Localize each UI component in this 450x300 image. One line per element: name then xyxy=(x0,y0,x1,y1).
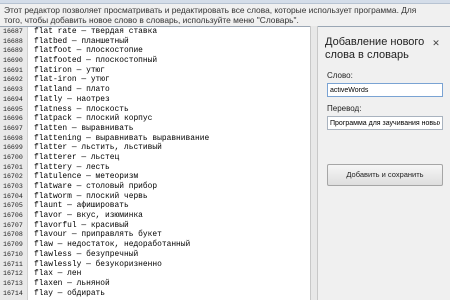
dictionary-row[interactable]: 16687 flat rate — твердая ставка xyxy=(0,27,310,37)
word-label: Слово: xyxy=(327,71,353,80)
dictionary-entry[interactable]: flatly — наотрез xyxy=(34,95,110,105)
dictionary-row[interactable]: 16711 flawlessly — безукоризненно xyxy=(0,260,310,270)
add-word-panel: Добавление нового слова в словарь ✕ Слов… xyxy=(318,26,450,300)
dictionary-row[interactable]: 16693 flatland — плато xyxy=(0,85,310,95)
dictionary-entry[interactable]: flatness — плоскость xyxy=(34,105,129,115)
dictionary-row[interactable]: 16694 flatly — наотрез xyxy=(0,95,310,105)
dictionary-entry[interactable]: flatland — плато xyxy=(34,85,110,95)
info-text-line1: Этот редактор позволяет просматривать и … xyxy=(4,5,417,15)
line-number: 16693 xyxy=(3,86,23,94)
line-number: 16707 xyxy=(3,221,23,229)
line-number: 16689 xyxy=(3,47,23,55)
add-and-save-button[interactable]: Добавить и сохранить xyxy=(327,164,443,186)
line-number: 16692 xyxy=(3,76,23,84)
dictionary-row[interactable]: 16700 flatterer — льстец xyxy=(0,153,310,163)
dictionary-row[interactable]: 16690 flatfooted — плоскостопный xyxy=(0,56,310,66)
dictionary-entry[interactable]: flatworm — плоский червь xyxy=(34,192,148,202)
dictionary-entry[interactable]: flatfoot — плоскостопие xyxy=(34,46,143,56)
dictionary-row[interactable]: 16701 flattery — лесть xyxy=(0,163,310,173)
dictionary-entry[interactable]: flaunt — афишировать xyxy=(34,201,129,211)
dictionary-row[interactable]: 16709 flaw — недостаток, недоработанный xyxy=(0,240,310,250)
translation-label: Перевод: xyxy=(327,104,362,113)
dictionary-row[interactable]: 16710 flawless — безупречный xyxy=(0,250,310,260)
line-number: 16697 xyxy=(3,124,23,132)
dictionary-rows: 16687 flat rate — твердая ставка 16688 flat… xyxy=(0,27,310,298)
dictionary-entry[interactable]: flatulence — метеоризм xyxy=(34,172,138,182)
dictionary-row[interactable]: 16707 flavorful — красивый xyxy=(0,221,310,231)
dictionary-row[interactable]: 16692 flat-iron — утюг xyxy=(0,75,310,85)
dictionary-entry[interactable]: flavour — приправлять букет xyxy=(34,230,162,240)
line-number: 16714 xyxy=(3,289,23,297)
dictionary-entry[interactable]: flatfooted — плоскостопный xyxy=(34,56,157,66)
dictionary-entry[interactable]: flatter — льстить, льстивый xyxy=(34,143,162,153)
dictionary-entry[interactable]: flatbed — планшетный xyxy=(34,37,129,47)
dictionary-row[interactable]: 16712 flax — лен xyxy=(0,269,310,279)
dictionary-row[interactable]: 16695 flatness — плоскость xyxy=(0,105,310,115)
dictionary-row[interactable]: 16691 flatiron — утюг xyxy=(0,66,310,76)
dictionary-entry[interactable]: flavor — вкус, изюминка xyxy=(34,211,143,221)
dictionary-entry[interactable]: flat-iron — утюг xyxy=(34,75,110,85)
dictionary-entry[interactable]: flattening — выравнивать выравнивание xyxy=(34,134,209,144)
info-bar: Этот редактор позволяет просматривать и … xyxy=(0,4,450,26)
line-number: 16688 xyxy=(3,37,23,45)
dictionary-row[interactable]: 16699 flatter — льстить, льстивый xyxy=(0,143,310,153)
dictionary-entry[interactable]: flawless — безупречный xyxy=(34,250,138,260)
line-number: 16687 xyxy=(3,28,23,35)
line-number: 16708 xyxy=(3,231,23,239)
dictionary-row[interactable]: 16713 flaxen — льняной xyxy=(0,279,310,289)
dictionary-row[interactable]: 16702 flatulence — метеоризм xyxy=(0,172,310,182)
line-number: 16706 xyxy=(3,212,23,220)
info-text-line2: того, чтобы добавить новое слово в слова… xyxy=(4,15,299,25)
line-number: 16700 xyxy=(3,153,23,161)
line-number: 16710 xyxy=(3,250,23,258)
line-number: 16711 xyxy=(3,260,23,268)
dictionary-row[interactable]: 16696 flatpack — плоский корпус xyxy=(0,114,310,124)
dictionary-entry[interactable]: flatpack — плоский корпус xyxy=(34,114,152,124)
dictionary-editor[interactable]: 16687 flat rate — твердая ставка 16688 flat… xyxy=(0,26,310,300)
line-number: 16698 xyxy=(3,134,23,142)
dictionary-entry[interactable]: flax — лен xyxy=(34,269,81,279)
dictionary-row[interactable]: 16714 flay — обдирать xyxy=(0,289,310,299)
line-number: 16705 xyxy=(3,202,23,210)
dictionary-row[interactable]: 16705 flaunt — афишировать xyxy=(0,201,310,211)
panel-splitter[interactable] xyxy=(310,26,318,300)
dictionary-entry[interactable]: flattery — лесть xyxy=(34,163,110,173)
line-number: 16712 xyxy=(3,270,23,278)
line-number: 16713 xyxy=(3,279,23,287)
line-number: 16696 xyxy=(3,115,23,123)
word-input[interactable] xyxy=(327,83,443,97)
line-number: 16690 xyxy=(3,57,23,65)
dictionary-row[interactable]: 16688 flatbed — планшетный xyxy=(0,37,310,47)
dictionary-row[interactable]: 16698 flattening — выравнивать выравниван… xyxy=(0,134,310,144)
dictionary-entry[interactable]: flatterer — льстец xyxy=(34,153,119,163)
line-number: 16702 xyxy=(3,173,23,181)
dictionary-row[interactable]: 16704 flatworm — плоский червь xyxy=(0,192,310,202)
line-number: 16704 xyxy=(3,192,23,200)
dictionary-row[interactable]: 16706 flavor — вкус, изюминка xyxy=(0,211,310,221)
dictionary-entry[interactable]: flatiron — утюг xyxy=(34,66,105,76)
close-icon[interactable]: ✕ xyxy=(430,37,442,49)
dictionary-entry[interactable]: flatten — выравнивать xyxy=(34,124,133,134)
translation-input[interactable] xyxy=(327,116,443,130)
add-word-title: Добавление нового слова в словарь xyxy=(325,36,425,61)
dictionary-entry[interactable]: flat rate — твердая ставка xyxy=(34,27,157,37)
line-number: 16691 xyxy=(3,66,23,74)
dictionary-entry[interactable]: flatware — столовый прибор xyxy=(34,182,157,192)
dictionary-row[interactable]: 16697 flatten — выравнивать xyxy=(0,124,310,134)
line-number: 16709 xyxy=(3,241,23,249)
dictionary-entry[interactable]: flay — обдирать xyxy=(34,289,105,299)
dictionary-entry[interactable]: flaxen — льняной xyxy=(34,279,110,289)
line-number: 16703 xyxy=(3,183,23,190)
line-number: 16699 xyxy=(3,144,23,152)
dictionary-row[interactable]: 16689 flatfoot — плоскостопие xyxy=(0,46,310,56)
line-number: 16695 xyxy=(3,105,23,113)
line-number: 16694 xyxy=(3,95,23,103)
dictionary-entry[interactable]: flaw — недостаток, недоработанный xyxy=(34,240,190,250)
add-word-header: Добавление нового слова в словарь xyxy=(325,36,443,64)
dictionary-entry[interactable]: flawlessly — безукоризненно xyxy=(34,260,162,270)
dictionary-entry[interactable]: flavorful — красивый xyxy=(34,221,129,231)
dictionary-row[interactable]: 16708 flavour — приправлять букет xyxy=(0,230,310,240)
line-number: 16701 xyxy=(3,163,23,171)
dictionary-row[interactable]: 16703 flatware — столовый прибор xyxy=(0,182,310,192)
